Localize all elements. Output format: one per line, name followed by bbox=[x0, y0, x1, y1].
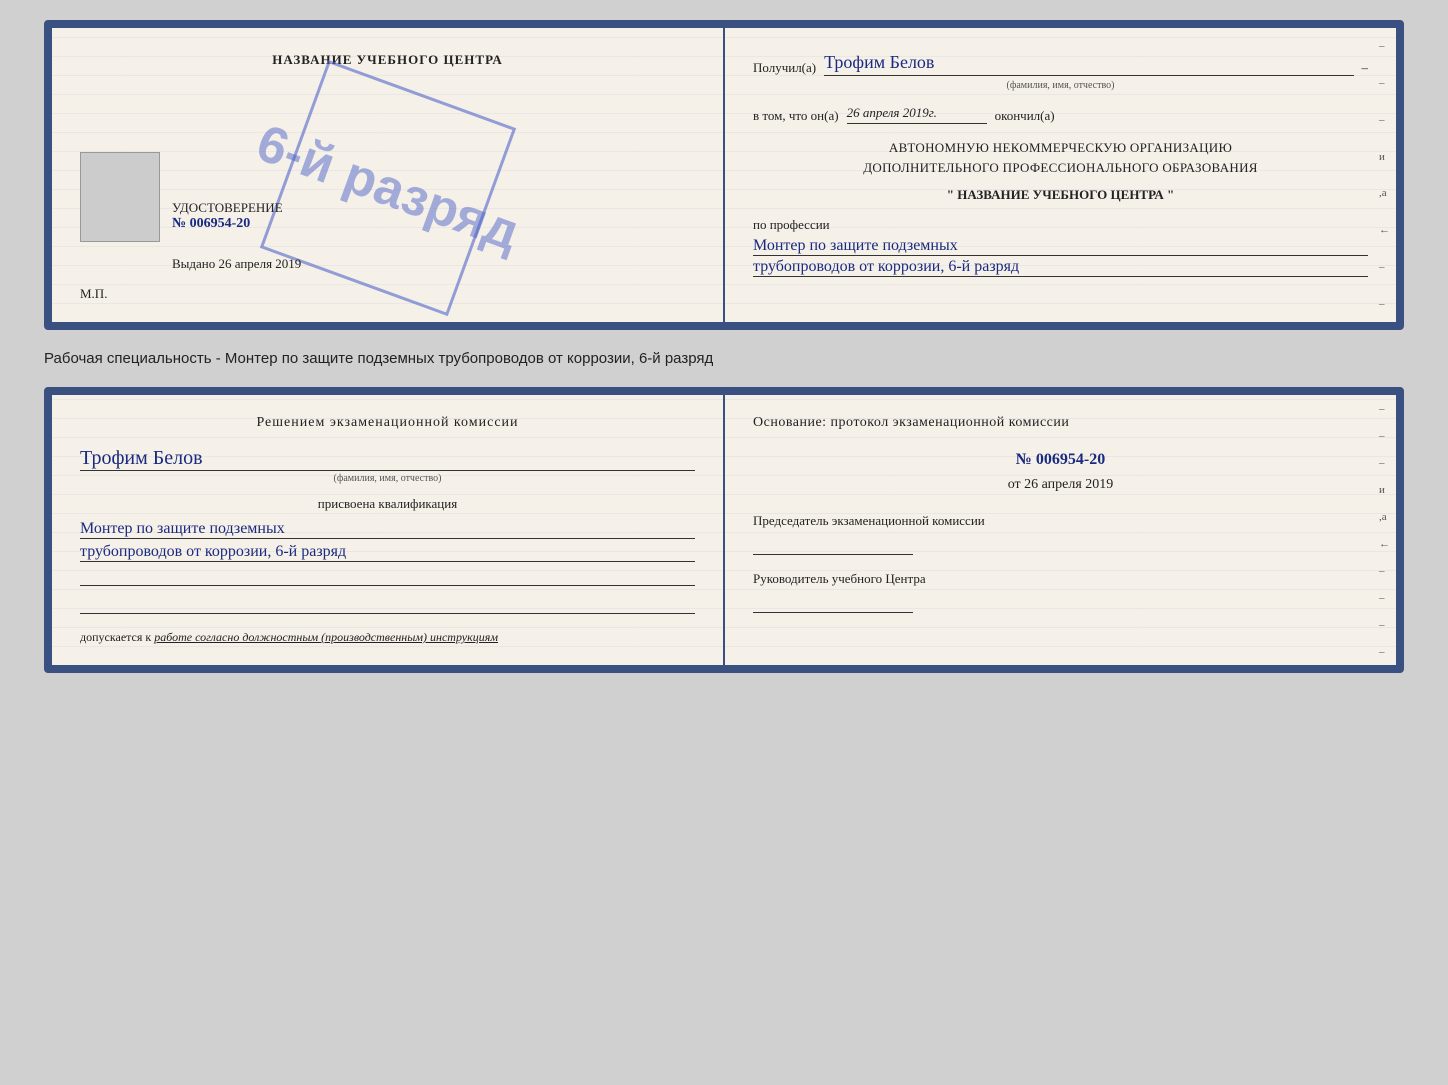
margin-mark: – bbox=[1379, 457, 1390, 469]
vtomchto-label: в том, что он(а) bbox=[753, 108, 839, 124]
margin-mark: ,а bbox=[1379, 511, 1390, 523]
margin-mark: ,а bbox=[1379, 187, 1390, 199]
bottom-right-panel: Основание: протокол экзаменационной коми… bbox=[725, 395, 1396, 665]
vydano-date: 26 апреля 2019 bbox=[219, 256, 302, 271]
cert-left-title: НАЗВАНИЕ УЧЕБНОГО ЦЕНТРА bbox=[272, 52, 503, 68]
udost-title: УДОСТОВЕРЕНИЕ bbox=[172, 200, 283, 216]
sig-line-rukov bbox=[753, 593, 913, 613]
bottom-dopuskaetsya: допускается к работе согласно должностны… bbox=[80, 630, 695, 645]
bottom-left-panel: Решением экзаменационной комиссии Трофим… bbox=[52, 395, 725, 665]
margin-mark: и bbox=[1379, 151, 1390, 163]
rukov-block: Руководитель учебного Центра bbox=[753, 571, 1368, 587]
org-block: АВТОНОМНУЮ НЕКОММЕРЧЕСКУЮ ОРГАНИЗАЦИЮ ДО… bbox=[753, 138, 1368, 177]
bottom-underline-2 bbox=[80, 594, 695, 614]
bottom-qual-line1: Монтер по защите подземных bbox=[80, 520, 695, 539]
profession-line2: трубопроводов от коррозии, 6-й разряд bbox=[753, 258, 1368, 277]
photo-placeholder bbox=[80, 152, 160, 242]
margin-mark: – bbox=[1379, 592, 1390, 604]
bottom-fio-small: (фамилия, имя, отчество) bbox=[80, 473, 695, 484]
bottom-qual-line2: трубопроводов от коррозии, 6-й разряд bbox=[80, 543, 695, 562]
margin-mark: и bbox=[1379, 484, 1390, 496]
bottom-section-title: Решением экзаменационной комиссии bbox=[80, 415, 695, 431]
poluchil-name: Трофим Белов bbox=[824, 52, 1353, 76]
margin-mark: – bbox=[1379, 77, 1390, 89]
right-margin-marks: – – – и ,а ← – – bbox=[1379, 28, 1390, 322]
ot-label: от bbox=[1008, 477, 1021, 492]
mp-block: М.П. bbox=[80, 286, 107, 302]
poluchil-dash: – bbox=[1362, 60, 1369, 76]
org-line1: АВТОНОМНУЮ НЕКОММЕРЧЕСКУЮ ОРГАНИЗАЦИЮ bbox=[753, 138, 1368, 158]
margin-mark: ← bbox=[1379, 224, 1390, 236]
bottom-name: Трофим Белов bbox=[80, 447, 695, 471]
certificate-card: НАЗВАНИЕ УЧЕБНОГО ЦЕНТРА 6-й разряд УДОС… bbox=[44, 20, 1404, 330]
osnov-date: от 26 апреля 2019 bbox=[753, 477, 1368, 493]
osnov-number: № 006954-20 bbox=[753, 451, 1368, 469]
vtomchto-okonchil: окончил(а) bbox=[995, 108, 1055, 124]
osnov-title: Основание: протокол экзаменационной коми… bbox=[753, 415, 1368, 431]
vydano-block: Выдано 26 апреля 2019 bbox=[172, 256, 301, 272]
margin-mark: – bbox=[1379, 261, 1390, 273]
dopusk-label: допускается к bbox=[80, 630, 151, 644]
predsed-block: Председатель экзаменационной комиссии bbox=[753, 513, 1368, 529]
bottom-right-margin-marks: – – – и ,а ← – – – – bbox=[1379, 395, 1390, 665]
cert-left-panel: НАЗВАНИЕ УЧЕБНОГО ЦЕНТРА 6-й разряд УДОС… bbox=[52, 28, 725, 322]
bottom-prisvoena: присвоена квалификация bbox=[80, 496, 695, 512]
margin-mark: – bbox=[1379, 565, 1390, 577]
profession-line1: Монтер по защите подземных bbox=[753, 237, 1368, 256]
sig-line-predsed bbox=[753, 535, 913, 555]
stamp-container: 6-й разряд bbox=[268, 88, 508, 288]
margin-mark: – bbox=[1379, 298, 1390, 310]
bottom-card: Решением экзаменационной комиссии Трофим… bbox=[44, 387, 1404, 673]
margin-mark: ← bbox=[1379, 538, 1390, 550]
dopusk-italic: работе согласно должностным (производств… bbox=[154, 630, 498, 644]
poluchil-row: Получил(а) Трофим Белов – bbox=[753, 52, 1368, 76]
bottom-underline-1 bbox=[80, 566, 695, 586]
poluchil-label: Получил(а) bbox=[753, 60, 816, 76]
specialty-text: Рабочая специальность - Монтер по защите… bbox=[44, 348, 1404, 369]
po-professii-label: по профессии bbox=[753, 217, 1368, 233]
vydano-label: Выдано bbox=[172, 256, 215, 271]
margin-mark: – bbox=[1379, 114, 1390, 126]
vtomchto-row: в том, что он(а) 26 апреля 2019г. окончи… bbox=[753, 105, 1368, 124]
vtomchto-date: 26 апреля 2019г. bbox=[847, 105, 987, 124]
margin-mark: – bbox=[1379, 430, 1390, 442]
margin-mark: – bbox=[1379, 646, 1390, 658]
udost-number: № 006954-20 bbox=[172, 216, 283, 232]
margin-mark: – bbox=[1379, 619, 1390, 631]
margin-mark: – bbox=[1379, 403, 1390, 415]
udost-block: УДОСТОВЕРЕНИЕ № 006954-20 bbox=[172, 200, 283, 232]
org-name: " НАЗВАНИЕ УЧЕБНОГО ЦЕНТРА " bbox=[753, 187, 1368, 203]
ot-date: 26 апреля 2019 bbox=[1024, 477, 1113, 492]
cert-right-panel: Получил(а) Трофим Белов – (фамилия, имя,… bbox=[725, 28, 1396, 322]
margin-mark: – bbox=[1379, 40, 1390, 52]
fio-small-right: (фамилия, имя, отчество) bbox=[753, 80, 1368, 91]
org-line2: ДОПОЛНИТЕЛЬНОГО ПРОФЕССИОНАЛЬНОГО ОБРАЗО… bbox=[753, 158, 1368, 178]
